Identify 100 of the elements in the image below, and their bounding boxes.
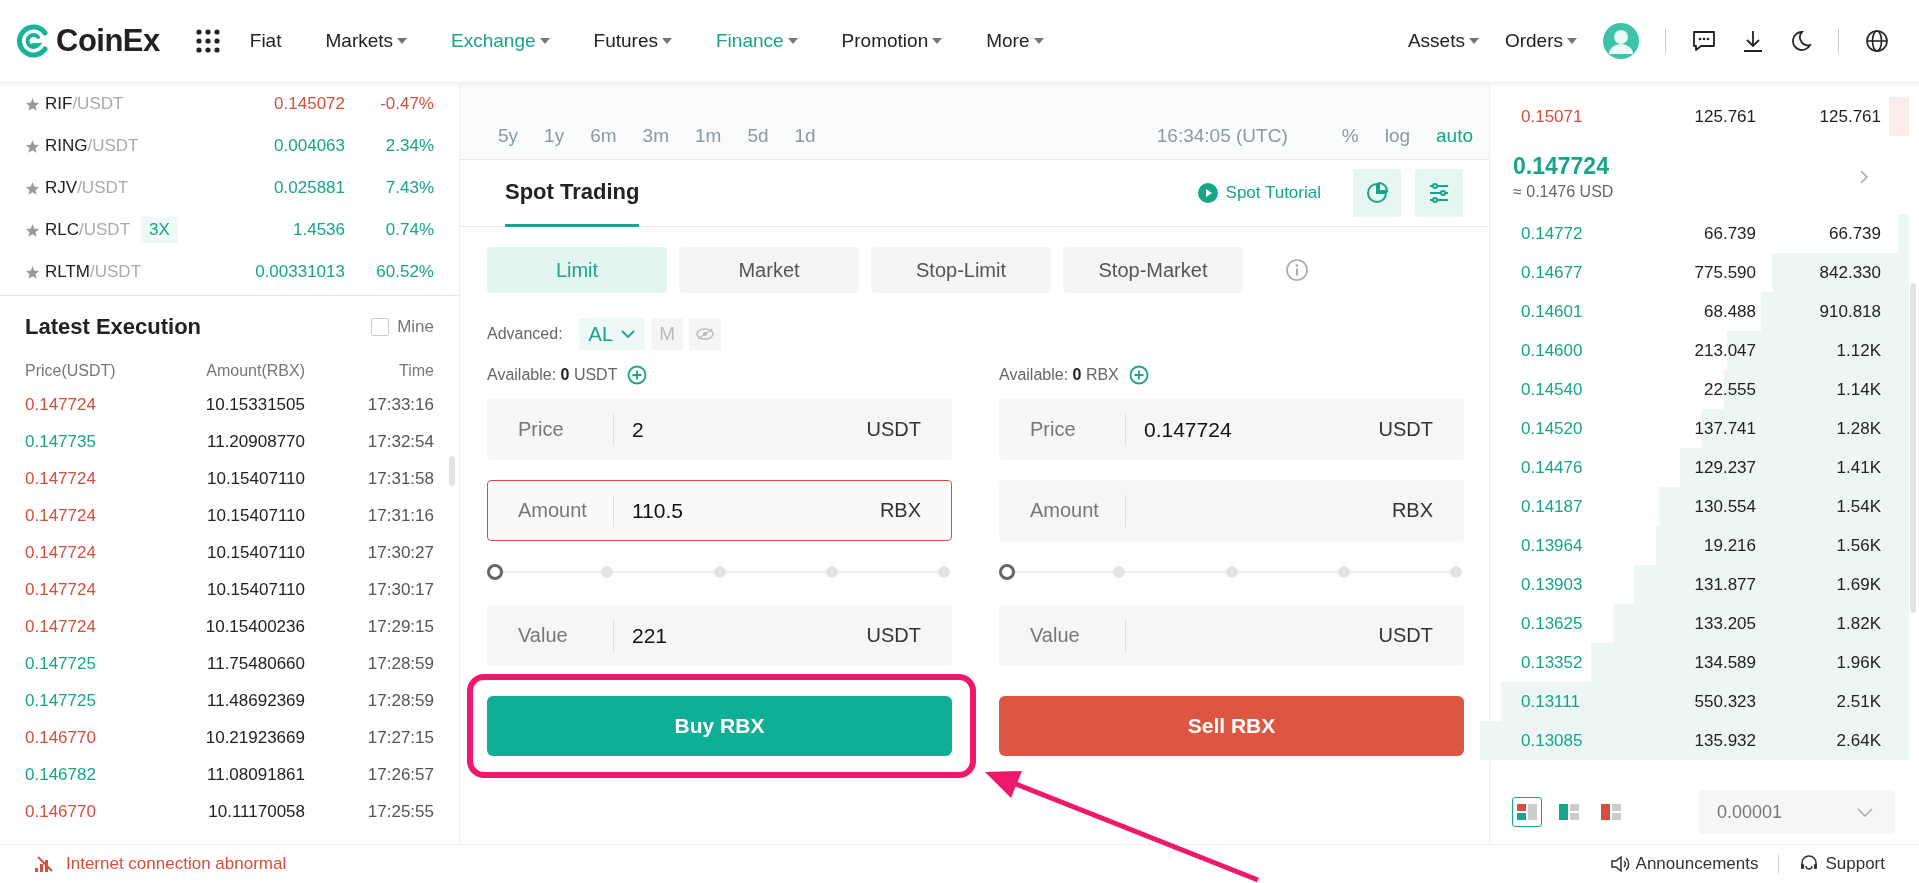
nav-link[interactable]: Exchange bbox=[451, 30, 536, 52]
precision-select[interactable]: 0.00001 bbox=[1699, 790, 1895, 834]
bid-price[interactable]: 0.13625 bbox=[1521, 613, 1641, 634]
download-icon[interactable] bbox=[1742, 29, 1764, 53]
support-link[interactable]: Support bbox=[1825, 854, 1885, 874]
nav-link[interactable]: Fiat bbox=[249, 30, 282, 52]
bid-price[interactable]: 0.14601 bbox=[1521, 301, 1641, 322]
bid-price[interactable]: 0.13111 bbox=[1521, 691, 1641, 712]
nav-link[interactable]: More bbox=[986, 30, 1030, 52]
caret-icon[interactable] bbox=[787, 38, 798, 44]
range-button[interactable]: 1d bbox=[794, 125, 816, 147]
moon-icon[interactable] bbox=[1790, 30, 1812, 52]
nav-link[interactable]: Futures bbox=[593, 30, 658, 52]
range-button[interactable]: 5d bbox=[747, 125, 769, 147]
tutorial-link[interactable]: Spot Tutorial bbox=[1225, 183, 1321, 203]
input-field[interactable]: 110.5 bbox=[632, 498, 880, 523]
amount-slider[interactable] bbox=[999, 564, 1464, 580]
pair-name[interactable]: RING/USDT bbox=[45, 136, 139, 156]
order-field[interactable]: Amount RBX bbox=[999, 480, 1464, 541]
chat-icon[interactable] bbox=[1692, 30, 1716, 52]
add-funds-icon[interactable] bbox=[1128, 365, 1149, 385]
scale-toggle[interactable]: log bbox=[1384, 125, 1410, 147]
caret-icon[interactable] bbox=[1468, 38, 1479, 44]
caret-icon[interactable] bbox=[397, 38, 408, 44]
bid-price[interactable]: 0.13085 bbox=[1521, 730, 1641, 751]
nav-link[interactable]: Promotion bbox=[841, 30, 929, 52]
avatar-icon[interactable] bbox=[1603, 23, 1639, 59]
input-field[interactable]: 2 bbox=[632, 417, 867, 442]
order-type-tab[interactable]: Limit bbox=[487, 247, 667, 293]
scrollbar[interactable] bbox=[1910, 283, 1916, 613]
caret-icon[interactable] bbox=[662, 38, 672, 44]
star-icon[interactable] bbox=[25, 180, 40, 196]
buy-button[interactable]: Buy RBX bbox=[487, 696, 952, 756]
ask-price[interactable]: 0.15071 bbox=[1521, 106, 1641, 127]
account-menu[interactable]: Orders bbox=[1504, 30, 1563, 52]
pie-chart-button[interactable] bbox=[1353, 169, 1401, 217]
trade-price: 0.147724 bbox=[25, 394, 97, 415]
star-icon[interactable] bbox=[25, 222, 40, 238]
scale-toggle[interactable]: % bbox=[1341, 125, 1359, 147]
mine-checkbox[interactable] bbox=[371, 318, 390, 336]
caret-icon[interactable] bbox=[1033, 38, 1044, 44]
order-field[interactable]: Value 221 USDT bbox=[487, 605, 952, 666]
bid-price[interactable]: 0.14677 bbox=[1521, 262, 1641, 283]
pair-name[interactable]: RLC/USDT bbox=[45, 220, 130, 240]
input-field[interactable]: 221 bbox=[632, 623, 867, 648]
bid-price[interactable]: 0.14187 bbox=[1521, 496, 1641, 517]
apps-grid-icon[interactable] bbox=[195, 29, 220, 53]
order-type-tab[interactable]: Stop-Market bbox=[1063, 247, 1243, 293]
add-funds-icon[interactable] bbox=[627, 365, 648, 385]
caret-icon[interactable] bbox=[1567, 38, 1577, 44]
range-button[interactable]: 1m bbox=[694, 125, 722, 147]
slider-thumb[interactable] bbox=[487, 564, 503, 580]
chevron-right-icon[interactable] bbox=[1859, 169, 1869, 185]
bid-price[interactable]: 0.14520 bbox=[1521, 418, 1641, 439]
pair-name[interactable]: RIF/USDT bbox=[45, 94, 124, 114]
book-view-button[interactable] bbox=[1512, 797, 1542, 827]
settings-button[interactable] bbox=[1415, 169, 1463, 217]
slider-thumb[interactable] bbox=[999, 564, 1015, 580]
scrollbar[interactable] bbox=[449, 456, 455, 486]
nav-link[interactable]: Markets bbox=[325, 30, 394, 52]
input-field[interactable]: 0.147724 bbox=[1144, 417, 1379, 442]
bid-price[interactable]: 0.14476 bbox=[1521, 457, 1641, 478]
globe-icon[interactable] bbox=[1865, 29, 1889, 53]
order-field[interactable]: Price 2 USDT bbox=[487, 399, 952, 460]
caret-icon[interactable] bbox=[539, 38, 550, 44]
scale-toggle[interactable]: auto bbox=[1436, 125, 1473, 147]
bid-price[interactable]: 0.13352 bbox=[1521, 652, 1641, 673]
announcements-link[interactable]: Announcements bbox=[1635, 854, 1759, 874]
advanced-mode-select[interactable]: AL bbox=[578, 318, 646, 350]
pair-name[interactable]: RJV/USDT bbox=[45, 178, 129, 198]
nav-link[interactable]: Finance bbox=[716, 30, 784, 52]
range-button[interactable]: 1y bbox=[544, 125, 565, 147]
order-type-tab[interactable]: Market bbox=[679, 247, 859, 293]
range-button[interactable]: 6m bbox=[590, 125, 617, 147]
bid-price[interactable]: 0.14540 bbox=[1521, 379, 1641, 400]
bid-price[interactable]: 0.13903 bbox=[1521, 574, 1641, 595]
account-menu[interactable]: Assets bbox=[1407, 30, 1465, 52]
spot-trading-tab[interactable]: Spot Trading bbox=[505, 159, 640, 227]
order-type-tab[interactable]: Stop-Limit bbox=[871, 247, 1051, 293]
hidden-order-button[interactable] bbox=[689, 318, 722, 350]
bid-price[interactable]: 0.14600 bbox=[1521, 340, 1641, 361]
order-field[interactable]: Value USDT bbox=[999, 605, 1464, 666]
play-icon[interactable] bbox=[1197, 183, 1218, 203]
pair-name[interactable]: RLTM/USDT bbox=[45, 262, 141, 282]
speaker-icon[interactable] bbox=[1609, 855, 1630, 873]
range-button[interactable]: 3m bbox=[642, 125, 669, 147]
bid-amount: 134.589 bbox=[1693, 652, 1756, 673]
amount-slider[interactable] bbox=[487, 564, 952, 580]
order-field[interactable]: Amount 110.5 RBX bbox=[487, 480, 952, 541]
sell-button[interactable]: Sell RBX bbox=[999, 696, 1464, 756]
range-button[interactable]: 5y bbox=[498, 125, 519, 147]
order-field[interactable]: Price 0.147724 USDT bbox=[999, 399, 1464, 460]
bid-price[interactable]: 0.14772 bbox=[1521, 223, 1641, 244]
caret-icon[interactable] bbox=[932, 38, 943, 44]
bid-price[interactable]: 0.13964 bbox=[1521, 535, 1641, 556]
info-icon[interactable] bbox=[1285, 258, 1309, 282]
star-icon[interactable] bbox=[25, 138, 40, 154]
star-icon[interactable] bbox=[25, 96, 40, 112]
star-icon[interactable] bbox=[25, 264, 40, 280]
logo-text[interactable]: CoinEx bbox=[56, 23, 160, 59]
